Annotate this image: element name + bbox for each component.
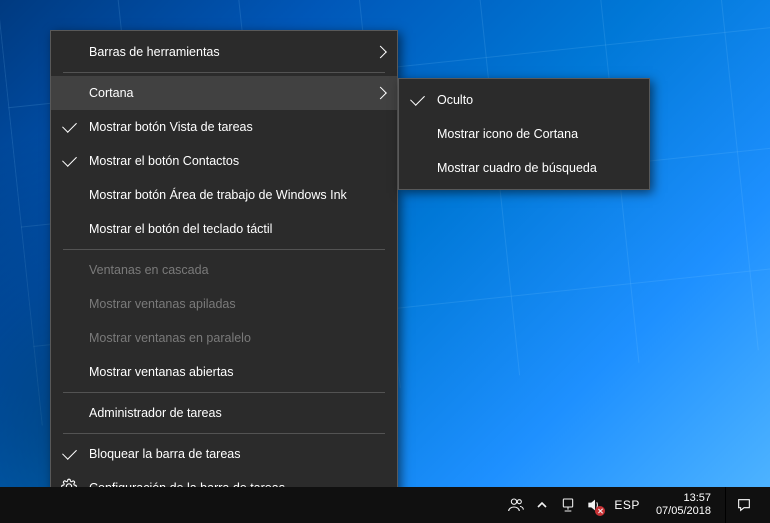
menu-item-label: Mostrar el botón del teclado táctil: [89, 222, 369, 236]
menu-item-label: Mostrar ventanas apiladas: [89, 297, 369, 311]
system-tray: ESP 13:57 07/05/2018: [508, 487, 770, 523]
menu-item-label: Mostrar icono de Cortana: [437, 127, 621, 141]
chevron-right-icon: [374, 46, 387, 59]
menu-item-sidebyside: Mostrar ventanas en paralelo: [51, 321, 397, 355]
menu-item-label: Mostrar cuadro de búsqueda: [437, 161, 621, 175]
network-icon[interactable]: [560, 497, 576, 513]
submenu-item-show-icon[interactable]: Mostrar icono de Cortana: [399, 117, 649, 151]
chevron-right-icon: [374, 87, 387, 100]
check-icon: [62, 445, 77, 460]
menu-separator: [63, 433, 385, 434]
clock-time: 13:57: [656, 492, 711, 505]
menu-item-cascade: Ventanas en cascada: [51, 253, 397, 287]
menu-separator: [63, 392, 385, 393]
menu-item-lock-taskbar[interactable]: Bloquear la barra de tareas: [51, 437, 397, 471]
menu-item-label: Mostrar botón Vista de tareas: [89, 120, 369, 134]
taskbar-context-menu: Barras de herramientas Cortana Mostrar b…: [50, 30, 398, 510]
menu-item-people[interactable]: Mostrar el botón Contactos: [51, 144, 397, 178]
menu-item-touch-keyboard[interactable]: Mostrar el botón del teclado táctil: [51, 212, 397, 246]
menu-item-label: Mostrar botón Área de trabajo de Windows…: [89, 188, 369, 202]
menu-item-label: Bloquear la barra de tareas: [89, 447, 369, 461]
taskbar-clock[interactable]: 13:57 07/05/2018: [652, 492, 715, 518]
menu-separator: [63, 72, 385, 73]
submenu-item-hidden[interactable]: Oculto: [399, 83, 649, 117]
menu-item-task-view[interactable]: Mostrar botón Vista de tareas: [51, 110, 397, 144]
menu-item-label: Mostrar ventanas en paralelo: [89, 331, 369, 345]
menu-item-label: Mostrar el botón Contactos: [89, 154, 369, 168]
menu-separator: [63, 249, 385, 250]
menu-item-toolbars[interactable]: Barras de herramientas: [51, 35, 397, 69]
menu-item-cortana[interactable]: Cortana: [51, 76, 397, 110]
check-icon: [62, 118, 77, 133]
submenu-item-show-searchbox[interactable]: Mostrar cuadro de búsqueda: [399, 151, 649, 185]
menu-item-windows-ink[interactable]: Mostrar botón Área de trabajo de Windows…: [51, 178, 397, 212]
menu-item-label: Administrador de tareas: [89, 406, 369, 420]
language-indicator[interactable]: ESP: [612, 498, 642, 512]
taskbar[interactable]: ESP 13:57 07/05/2018: [0, 487, 770, 523]
clock-date: 07/05/2018: [656, 505, 711, 518]
menu-item-task-manager[interactable]: Administrador de tareas: [51, 396, 397, 430]
check-icon: [62, 152, 77, 167]
menu-item-stacked: Mostrar ventanas apiladas: [51, 287, 397, 321]
cortana-submenu: Oculto Mostrar icono de Cortana Mostrar …: [398, 78, 650, 190]
people-icon[interactable]: [508, 497, 524, 513]
mute-indicator-icon: [595, 506, 605, 516]
action-center-button[interactable]: [725, 487, 762, 523]
menu-item-label: Barras de herramientas: [89, 45, 369, 59]
check-icon: [410, 91, 425, 106]
tray-chevron-icon[interactable]: [534, 497, 550, 513]
menu-item-label: Ventanas en cascada: [89, 263, 369, 277]
menu-item-label: Cortana: [89, 86, 369, 100]
menu-item-open-windows[interactable]: Mostrar ventanas abiertas: [51, 355, 397, 389]
menu-item-label: Oculto: [437, 93, 621, 107]
menu-item-label: Mostrar ventanas abiertas: [89, 365, 369, 379]
volume-icon[interactable]: [586, 497, 602, 513]
